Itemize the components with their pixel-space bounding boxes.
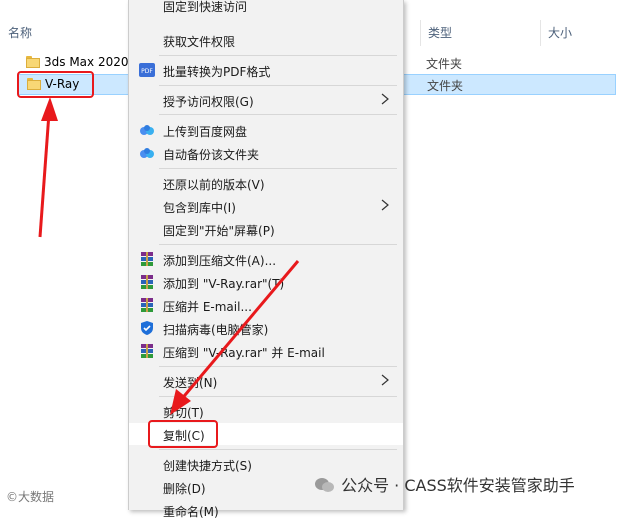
- menu-item-pin-quick-access[interactable]: 固定到快速访问: [129, 0, 403, 16]
- arrow-annotation-diagonal: [170, 260, 300, 415]
- pdf-icon: PDF: [139, 62, 155, 78]
- menu-item-label: 上传到百度网盘: [163, 125, 248, 139]
- shield-icon: [139, 320, 155, 336]
- highlight-box-copy: [148, 420, 218, 448]
- menu-item-restore-versions[interactable]: 还原以前的版本(V): [129, 172, 403, 194]
- menu-separator: [159, 114, 397, 115]
- file-name: 3ds Max 2020: [44, 55, 129, 69]
- menu-separator: [159, 85, 397, 86]
- menu-item-label: 授予访问权限(G): [163, 95, 254, 109]
- baidu-cloud-icon: [139, 122, 155, 138]
- column-header-name[interactable]: 名称: [8, 20, 32, 46]
- wechat-icon: [315, 478, 334, 492]
- watermark-text: 公众号 · CASS软件安装管家助手: [341, 476, 575, 495]
- column-divider[interactable]: [540, 20, 541, 46]
- menu-item-upload-baidu[interactable]: 上传到百度网盘: [129, 119, 403, 141]
- column-header-size[interactable]: 大小: [548, 20, 572, 46]
- menu-item-label: 获取文件权限: [163, 35, 236, 49]
- menu-item-pdf-convert[interactable]: PDF 批量转换为PDF格式: [129, 59, 403, 81]
- winrar-icon: [139, 297, 155, 313]
- watermark-wechat: 公众号 · CASS软件安装管家助手: [314, 472, 575, 496]
- winrar-icon: [139, 251, 155, 267]
- menu-separator: [159, 449, 397, 450]
- menu-item-label: 创建快捷方式(S): [163, 459, 252, 473]
- menu-item-label: 固定到"开始"屏幕(P): [163, 224, 275, 238]
- watermark-small: ©大数据: [6, 490, 55, 504]
- menu-item-grant-access[interactable]: 授予访问权限(G): [129, 89, 403, 111]
- baidu-cloud-icon: [139, 145, 155, 161]
- arrow-annotation-up: [38, 97, 58, 238]
- menu-item-label: 删除(D): [163, 482, 206, 496]
- menu-item-label: 固定到快速访问: [163, 0, 248, 14]
- chevron-right-icon: [379, 197, 391, 213]
- menu-item-auto-backup[interactable]: 自动备份该文件夹: [129, 142, 403, 164]
- file-type: 文件夹: [426, 57, 463, 71]
- menu-item-label: 还原以前的版本(V): [163, 178, 265, 192]
- menu-item-pin-start[interactable]: 固定到"开始"屏幕(P): [129, 218, 403, 240]
- column-header-type[interactable]: 类型: [428, 20, 452, 46]
- menu-separator: [159, 244, 397, 245]
- screen: { "header": { "name_col": "名称", "type_co…: [0, 0, 639, 519]
- column-divider[interactable]: [420, 20, 421, 46]
- menu-item-label: 重命名(M): [163, 505, 219, 519]
- menu-item-label: 自动备份该文件夹: [163, 148, 260, 162]
- chevron-right-icon: [379, 372, 391, 388]
- menu-item-get-permission[interactable]: 获取文件权限: [129, 29, 403, 51]
- menu-item-label: 包含到库中(I): [163, 201, 236, 215]
- highlight-box-vray: [17, 71, 94, 98]
- menu-separator: [159, 168, 397, 169]
- menu-item-label: 批量转换为PDF格式: [163, 65, 271, 79]
- winrar-icon: [139, 274, 155, 290]
- menu-separator: [159, 55, 397, 56]
- folder-icon: [26, 56, 40, 68]
- chevron-right-icon: [379, 91, 391, 107]
- file-type: 文件夹: [427, 79, 464, 93]
- winrar-icon: [139, 343, 155, 359]
- menu-item-include-library[interactable]: 包含到库中(I): [129, 195, 403, 217]
- menu-item-rename[interactable]: 重命名(M): [129, 499, 403, 521]
- svg-text:PDF: PDF: [141, 68, 153, 75]
